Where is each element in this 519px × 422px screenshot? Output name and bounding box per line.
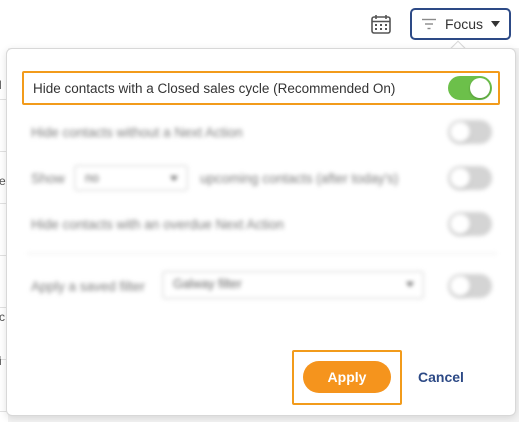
- divider: [27, 253, 497, 254]
- option-prefix-label: Show: [31, 170, 65, 186]
- filter-lines-icon: [421, 18, 436, 30]
- toggle-knob: [450, 168, 470, 188]
- select-value: no: [85, 171, 99, 185]
- select-value: Galway filter: [173, 277, 242, 291]
- top-bar: Focus: [0, 0, 519, 48]
- focus-filter-panel: Hide contacts with a Closed sales cycle …: [6, 48, 516, 416]
- calendar-icon[interactable]: [370, 13, 392, 35]
- option-label: Apply a saved filter: [31, 278, 146, 294]
- show-upcoming-toggle[interactable]: [448, 166, 492, 190]
- focus-filter-button[interactable]: Focus: [410, 8, 511, 40]
- option-hide-no-next-action[interactable]: Hide contacts without a Next Action: [22, 115, 500, 149]
- saved-filter-select[interactable]: Galway filter: [162, 271, 424, 299]
- saved-filter-toggle[interactable]: [448, 274, 492, 298]
- toggle-knob: [450, 122, 470, 142]
- option-saved-filter[interactable]: Apply a saved filter Galway filter: [22, 269, 500, 303]
- caret-down-icon: [491, 21, 501, 27]
- chevron-down-icon: [406, 282, 414, 287]
- option-label: Hide contacts without a Next Action: [31, 124, 243, 140]
- apply-button[interactable]: Apply: [303, 361, 391, 393]
- option-show-upcoming[interactable]: Show no upcoming contacts (after today's…: [22, 161, 500, 195]
- toggle-knob: [470, 78, 490, 98]
- hide-overdue-toggle[interactable]: [448, 212, 492, 236]
- toggle-knob: [450, 276, 470, 296]
- toggle-knob: [450, 214, 470, 234]
- cancel-link[interactable]: Cancel: [418, 369, 464, 385]
- option-hide-overdue[interactable]: Hide contacts with an overdue Next Actio…: [22, 207, 500, 241]
- option-suffix-label: upcoming contacts (after today's): [200, 170, 399, 186]
- hide-closed-toggle[interactable]: [448, 76, 492, 100]
- hide-no-next-action-toggle[interactable]: [448, 120, 492, 144]
- option-hide-closed-sales-cycle[interactable]: Hide contacts with a Closed sales cycle …: [22, 71, 500, 105]
- focus-button-label: Focus: [444, 16, 484, 32]
- chevron-down-icon: [170, 176, 178, 181]
- option-label: Hide contacts with an overdue Next Actio…: [31, 216, 284, 232]
- option-label: Hide contacts with a Closed sales cycle …: [33, 80, 396, 96]
- upcoming-count-select[interactable]: no: [74, 165, 188, 191]
